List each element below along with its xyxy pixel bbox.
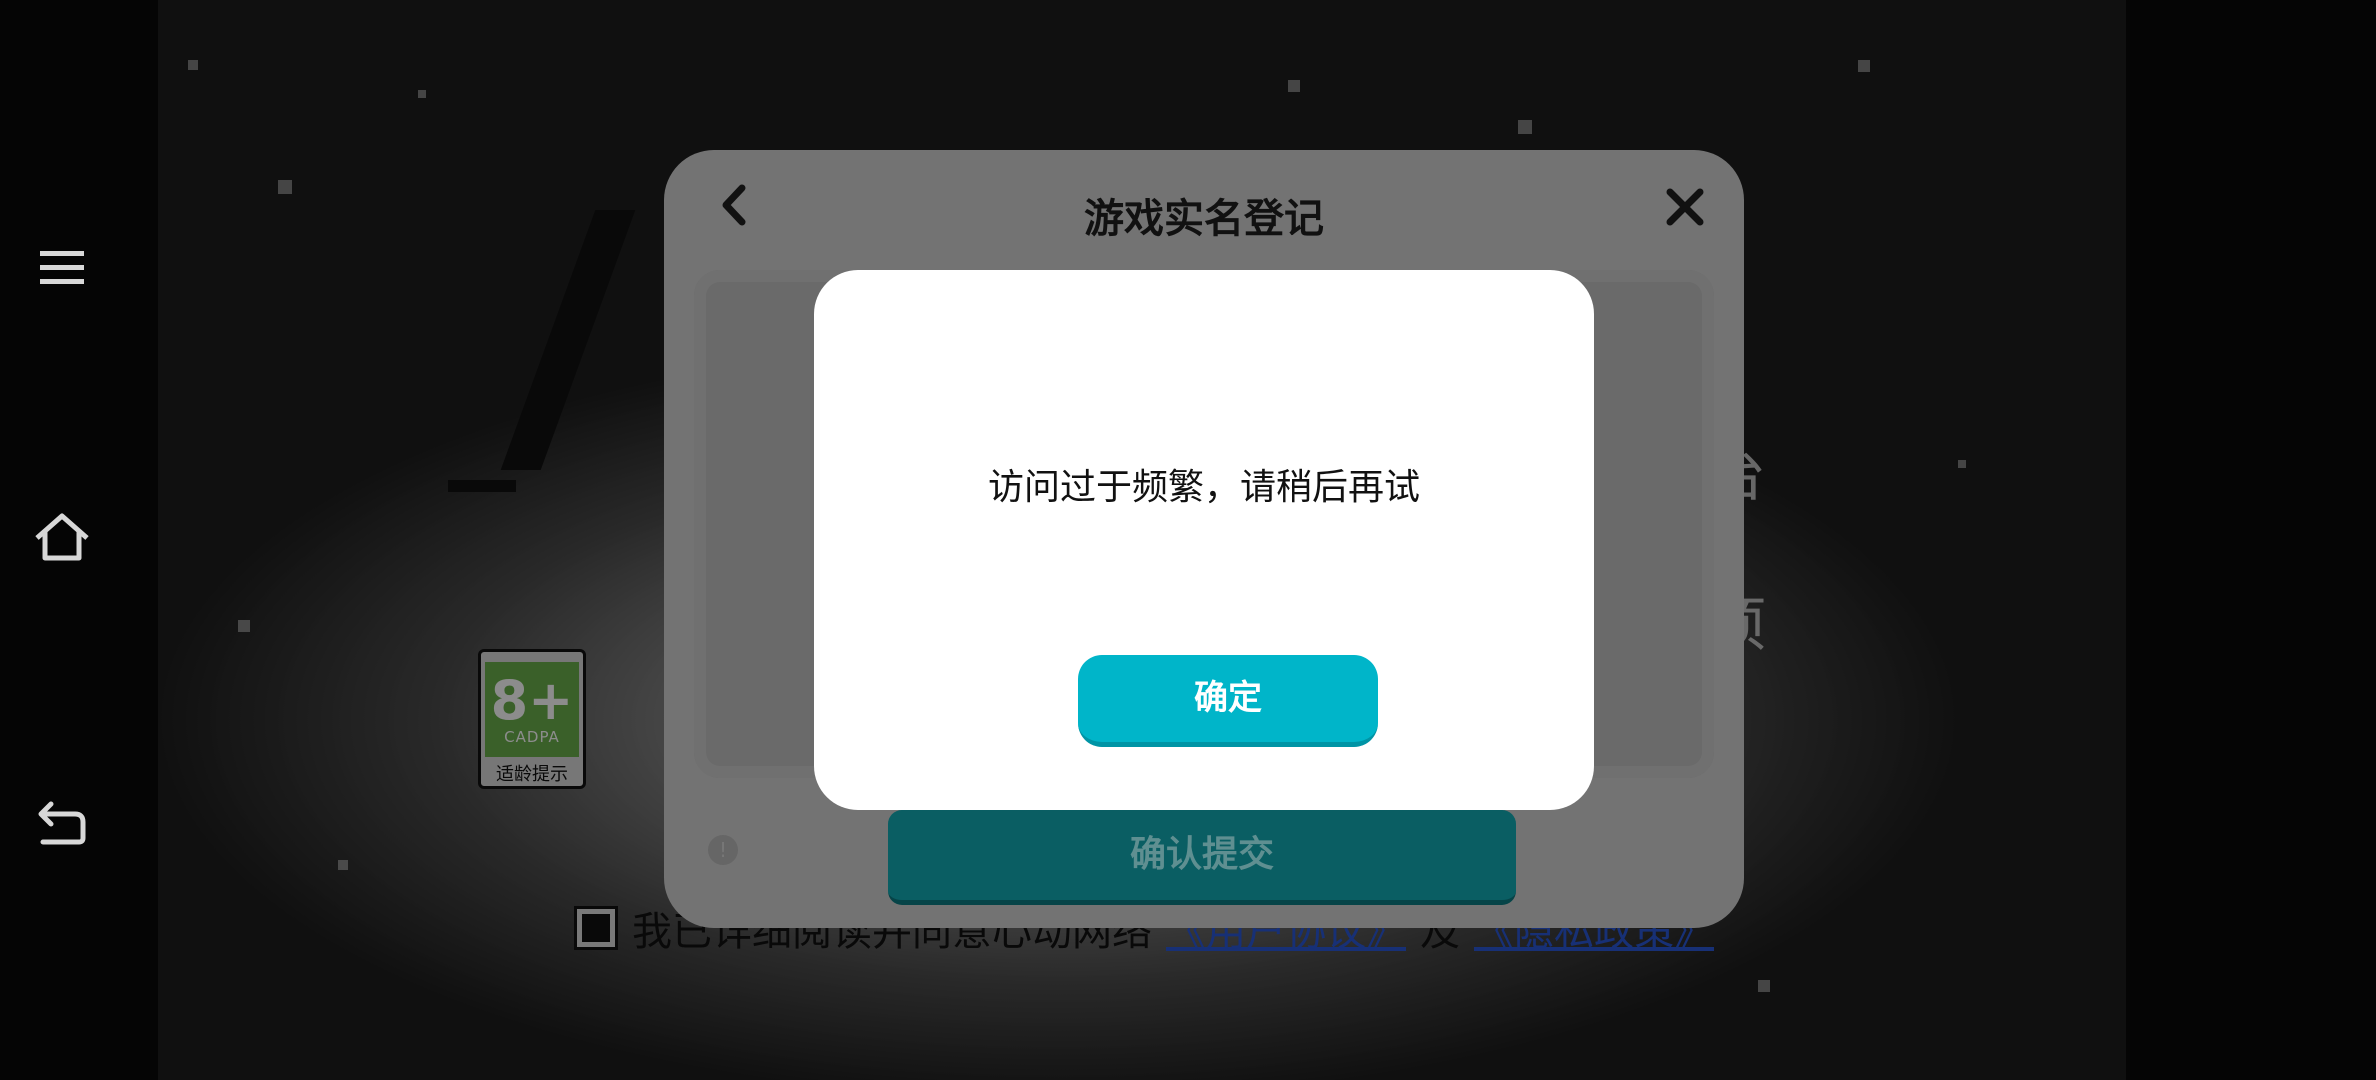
home-icon[interactable] <box>30 505 94 569</box>
ok-button[interactable]: 确定 <box>1078 655 1378 747</box>
info-icon[interactable]: ! <box>708 835 738 865</box>
registration-title: 游戏实名登记 <box>1084 196 1324 242</box>
close-icon[interactable] <box>1662 184 1708 230</box>
confirm-submit-button[interactable]: 确认提交 <box>888 810 1516 905</box>
alert-dialog: 访问过于频繁，请稍后再试 确定 <box>814 270 1594 810</box>
system-nav-bar <box>0 0 158 1080</box>
menu-icon[interactable] <box>30 236 94 300</box>
back-arrow-icon[interactable] <box>30 790 94 854</box>
alert-message: 访问过于频繁，请稍后再试 <box>987 467 1420 508</box>
